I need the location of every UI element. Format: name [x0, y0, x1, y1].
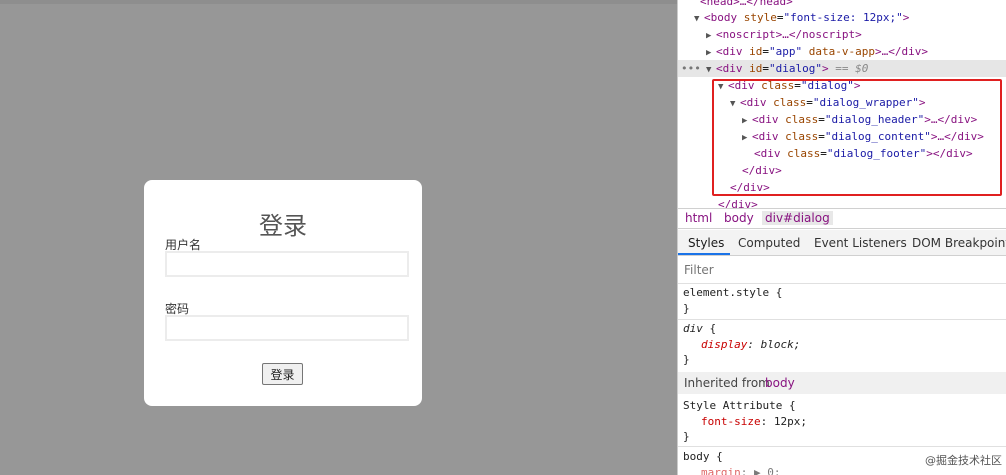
inherited-label: Inherited from [684, 376, 770, 390]
tag-end: >…</noscript> [775, 28, 862, 41]
login-button[interactable]: 登录 [262, 363, 303, 385]
breadcrumb: html body div#dialog [678, 208, 1006, 229]
styles-pane: element.style { } div { display: block; … [678, 284, 1006, 475]
selected-marker: == $0 [835, 62, 869, 75]
filter-input[interactable] [681, 259, 1001, 281]
property-name: margin [701, 466, 741, 475]
password-input[interactable] [165, 315, 409, 341]
tag-name: body [710, 11, 738, 24]
attr-name: id [749, 62, 763, 75]
page-viewport: 登录 用户名 密码 登录 [0, 0, 677, 475]
tag-name: noscript [722, 28, 776, 41]
dom-node-body[interactable]: ▼ <body style="font-size: 12px;"> [678, 9, 1006, 26]
property-value: : 12px; [760, 415, 807, 428]
filter-bar [678, 256, 1006, 284]
devtools-panel: <head>…</head> ▼ <body style="font-size: … [677, 0, 1006, 475]
divider [678, 446, 1006, 447]
dom-node-app[interactable]: ▶ <div id="app" data-v-app>…</div> [678, 43, 1006, 60]
attr-value: "dialog" [769, 62, 822, 75]
rule-close: } [683, 430, 690, 443]
breadcrumb-body[interactable]: body [724, 211, 754, 225]
property-value: : ▶ 0; [740, 466, 781, 475]
rule-close: } [683, 302, 690, 315]
attr-name: style [743, 11, 777, 24]
tab-dom-breakpoints[interactable]: DOM Breakpoints [912, 236, 1006, 250]
page-top-edge [0, 0, 677, 4]
selector: div [683, 322, 703, 335]
tab-styles[interactable]: Styles [688, 236, 724, 250]
dom-node-dialog-selected[interactable]: ••• ▼ <div id="dialog"> == $0 [678, 60, 1006, 77]
tab-event-listeners[interactable]: Event Listeners [814, 236, 907, 250]
brace: { [702, 322, 717, 335]
more-options-icon[interactable]: ••• [681, 60, 701, 77]
property-value: : block; [747, 338, 801, 351]
red-highlight-annotation [712, 79, 1002, 196]
close-tag: </div> [718, 198, 758, 208]
attr-name: id [749, 45, 763, 58]
dom-node-close-outer[interactable]: </div> [678, 196, 1006, 208]
divider [678, 319, 1006, 320]
head-text: <head>…</head> [700, 0, 793, 8]
tag-end: >…</div> [874, 45, 928, 58]
attr-value: "app" [769, 45, 803, 58]
element-style-rule[interactable]: element.style { [683, 284, 782, 301]
property-name: display [701, 338, 748, 351]
dom-tree: <head>…</head> ▼ <body style="font-size: … [678, 0, 1006, 208]
dom-node-noscript[interactable]: ▶ <noscript>…</noscript> [678, 26, 1006, 43]
attr-name: data-v-app [808, 45, 875, 58]
breadcrumb-html[interactable]: html [685, 211, 712, 225]
body-rule-selector[interactable]: body { [683, 448, 723, 465]
active-tab-indicator [678, 253, 730, 255]
tag-name: div [722, 45, 743, 58]
inherited-header: Inherited from body [678, 372, 1006, 394]
breadcrumb-div-dialog[interactable]: div#dialog [762, 211, 833, 225]
rule-close: } [683, 353, 690, 366]
div-rule-selector[interactable]: div { [683, 320, 716, 337]
watermark: @掘金技术社区 [925, 454, 1002, 467]
style-attribute-rule[interactable]: Style Attribute { [683, 397, 796, 414]
inherited-source-link[interactable]: body [765, 376, 795, 390]
tab-computed[interactable]: Computed [738, 236, 800, 250]
tag-name: div [722, 62, 743, 75]
username-input[interactable] [165, 251, 409, 277]
property-name: font-size [701, 415, 761, 428]
font-size-declaration[interactable]: font-size: 12px; [701, 413, 807, 430]
display-declaration[interactable]: display: block; [701, 336, 800, 353]
attr-value: "font-size: 12px;" [783, 11, 903, 24]
login-dialog: 登录 用户名 密码 登录 [144, 180, 422, 406]
margin-declaration[interactable]: margin: ▶ 0; [701, 464, 781, 475]
